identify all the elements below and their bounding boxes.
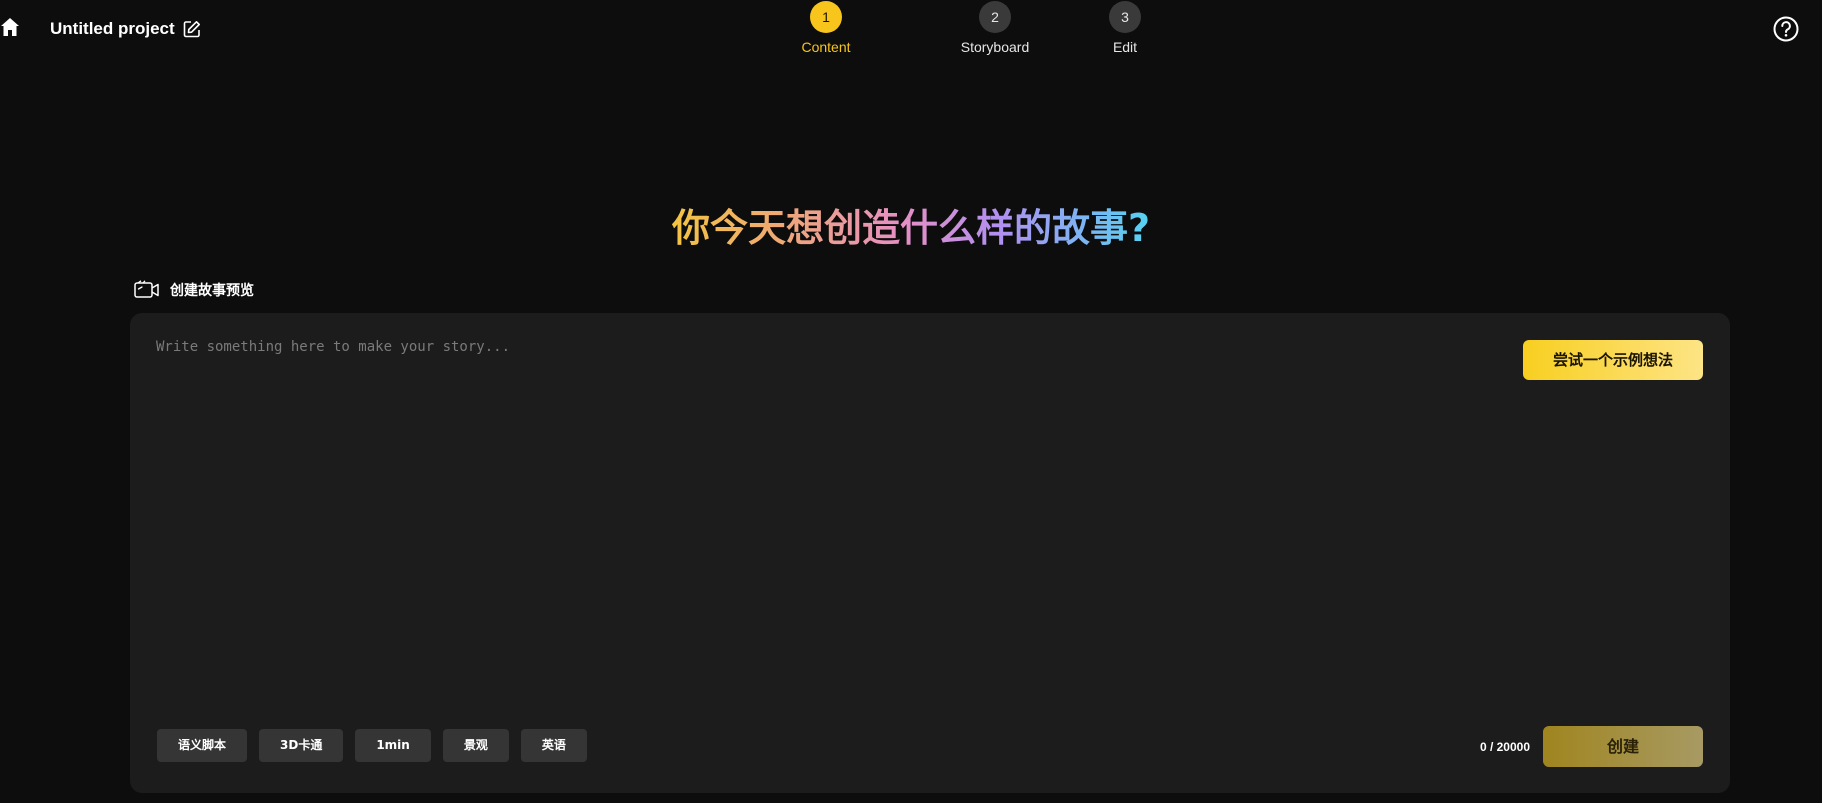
headline-text: 你今天想创造什么样的故事?: [671, 206, 1151, 250]
tag-chip[interactable]: 景观: [442, 729, 509, 762]
step-number: 3: [1109, 1, 1141, 33]
step-number: 2: [979, 1, 1011, 33]
create-button[interactable]: 创建: [1543, 726, 1703, 767]
project-title: Untitled project: [50, 19, 175, 38]
video-camera-icon: [134, 280, 160, 300]
char-count: 0 / 20000: [1479, 740, 1530, 754]
home-icon[interactable]: [0, 17, 20, 37]
tag-chip[interactable]: 1min: [355, 729, 431, 762]
page-headline: 你今天想创造什么样的故事?: [0, 197, 1822, 252]
story-input[interactable]: [156, 339, 1506, 719]
section-label: 创建故事预览: [134, 280, 254, 300]
step-label: Content: [801, 39, 851, 55]
tag-chip[interactable]: 英语: [520, 729, 587, 762]
section-label-text: 创建故事预览: [170, 283, 254, 299]
try-example-button[interactable]: 尝试一个示例想法: [1523, 340, 1703, 380]
step-label: Storyboard: [960, 39, 1030, 55]
tag-chip[interactable]: 3D卡通: [259, 729, 344, 762]
step-content[interactable]: 1 Content: [766, 1, 886, 55]
app-root: Untitled project 1 Content 2 Storyboard …: [0, 0, 1822, 803]
help-icon[interactable]: [1773, 16, 1799, 42]
edit-icon[interactable]: [183, 20, 201, 38]
step-number: 1: [810, 1, 842, 33]
step-edit[interactable]: 3 Edit: [1065, 1, 1185, 55]
story-panel: 尝试一个示例想法 语义脚本 3D卡通 1min 景观 英语 0 / 20000 …: [130, 313, 1730, 793]
tag-chip[interactable]: 语义脚本: [157, 729, 248, 762]
step-label: Edit: [1112, 39, 1138, 55]
tag-list: 语义脚本 3D卡通 1min 景观 英语: [157, 729, 587, 762]
step-storyboard[interactable]: 2 Storyboard: [935, 1, 1055, 55]
